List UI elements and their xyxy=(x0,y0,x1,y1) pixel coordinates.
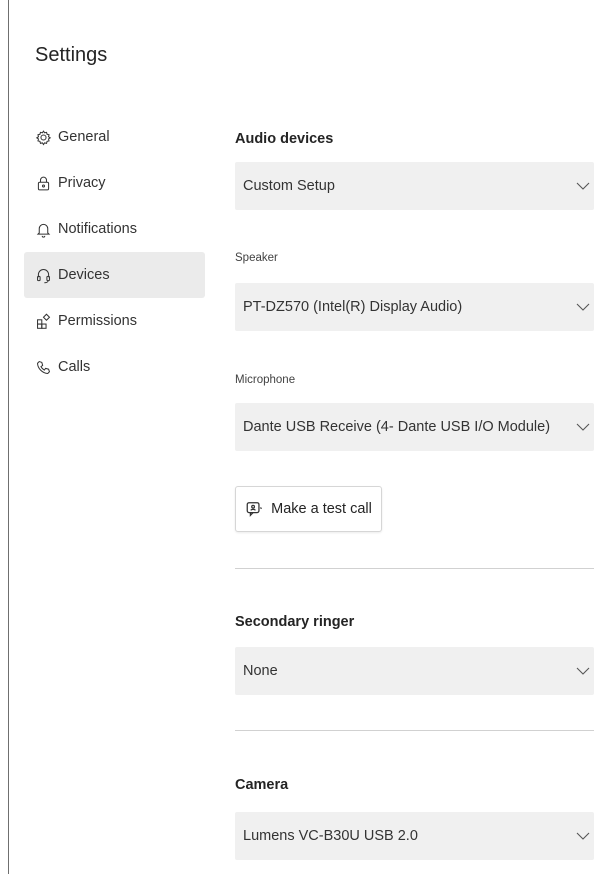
audio-setup-dropdown[interactable]: Custom Setup xyxy=(235,162,594,210)
camera-dropdown[interactable]: Lumens VC-B30U USB 2.0 xyxy=(235,812,594,860)
page-title: Settings xyxy=(35,44,108,66)
dropdown-value: Lumens VC-B30U USB 2.0 xyxy=(243,828,418,844)
section-divider xyxy=(235,730,594,731)
nav-item-label: Calls xyxy=(58,359,91,375)
headset-icon xyxy=(34,266,52,284)
speaker-dropdown[interactable]: PT-DZ570 (Intel(R) Display Audio) xyxy=(235,283,594,331)
section-divider xyxy=(235,568,594,569)
chevron-down-icon xyxy=(576,179,590,193)
nav-item-label: Devices xyxy=(58,267,110,283)
devices-panel: Audio devices Custom Setup Speaker PT-DZ… xyxy=(235,0,594,874)
window-edge xyxy=(8,0,9,874)
secondary-ringer-heading: Secondary ringer xyxy=(235,614,355,630)
bell-icon xyxy=(34,220,52,238)
apps-icon xyxy=(34,312,52,330)
chevron-down-icon xyxy=(576,420,590,434)
button-label: Make a test call xyxy=(271,501,372,517)
camera-heading: Camera xyxy=(235,777,289,793)
call-test-icon xyxy=(245,500,263,518)
nav-item-label: Notifications xyxy=(58,221,137,237)
dropdown-value: Custom Setup xyxy=(243,178,335,194)
nav-item-calls[interactable]: Calls xyxy=(24,344,205,390)
nav-item-devices[interactable]: Devices xyxy=(24,252,205,298)
lock-icon xyxy=(34,174,52,192)
make-test-call-button[interactable]: Make a test call xyxy=(235,486,382,532)
nav-item-permissions[interactable]: Permissions xyxy=(24,298,205,344)
nav-item-notifications[interactable]: Notifications xyxy=(24,206,205,252)
phone-icon xyxy=(34,358,52,376)
dropdown-value: Dante USB Receive (4- Dante USB I/O Modu… xyxy=(243,419,551,435)
gear-icon xyxy=(34,128,52,146)
nav-item-privacy[interactable]: Privacy xyxy=(24,160,205,206)
nav-item-label: Permissions xyxy=(58,313,137,329)
microphone-dropdown[interactable]: Dante USB Receive (4- Dante USB I/O Modu… xyxy=(235,403,594,451)
chevron-down-icon xyxy=(576,829,590,843)
microphone-label: Microphone xyxy=(235,374,296,386)
secondary-ringer-dropdown[interactable]: None xyxy=(235,647,594,695)
nav-item-general[interactable]: General xyxy=(24,114,205,160)
chevron-down-icon xyxy=(576,300,590,314)
speaker-label: Speaker xyxy=(235,252,278,264)
dropdown-value: None xyxy=(243,663,278,679)
audio-devices-heading: Audio devices xyxy=(235,131,334,147)
dropdown-value: PT-DZ570 (Intel(R) Display Audio) xyxy=(243,299,463,315)
settings-nav: General Privacy Notifications Devices Pe… xyxy=(24,114,205,390)
nav-item-label: General xyxy=(58,129,110,145)
nav-item-label: Privacy xyxy=(58,175,106,191)
chevron-down-icon xyxy=(576,664,590,678)
